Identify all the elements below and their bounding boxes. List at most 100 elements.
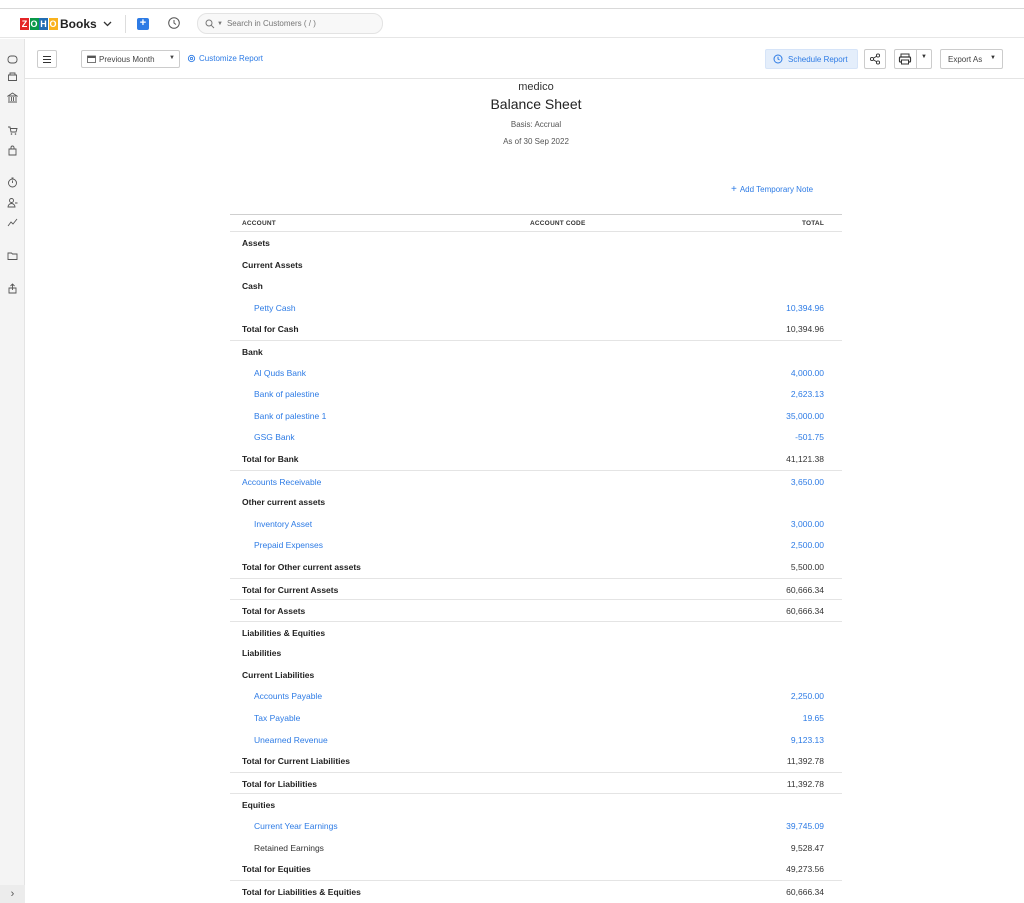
logo-letter: O bbox=[29, 18, 39, 30]
table-row[interactable]: Petty Cash 10,394.96 bbox=[230, 297, 842, 319]
table-row: Cash bbox=[230, 275, 842, 297]
dashboard-icon[interactable] bbox=[7, 54, 18, 65]
table-row: Total for Current Assets 60,666.34 bbox=[230, 577, 842, 600]
account-name[interactable]: Current Year Earnings bbox=[254, 821, 338, 831]
app-switcher[interactable]: ZOHO Books bbox=[20, 17, 112, 31]
export-as-button[interactable]: Export As ▼ bbox=[940, 49, 1003, 69]
table-row: Total for Liabilities 11,392.78 bbox=[230, 771, 842, 794]
banking-icon[interactable] bbox=[7, 92, 18, 103]
global-search[interactable]: ▼ bbox=[197, 13, 383, 34]
top-bar: ZOHO Books + ▼ bbox=[0, 8, 1024, 38]
date-range-select[interactable]: Previous Month ▼ bbox=[81, 50, 180, 68]
account-total: 10,394.96 bbox=[786, 324, 824, 335]
account-name[interactable]: Unearned Revenue bbox=[254, 735, 328, 745]
export-as-label: Export As bbox=[948, 54, 983, 64]
account-name[interactable]: Tax Payable bbox=[254, 713, 300, 723]
time-tracking-icon[interactable] bbox=[7, 177, 18, 188]
account-name: Cash bbox=[242, 281, 263, 292]
account-name[interactable]: Prepaid Expenses bbox=[254, 540, 323, 550]
table-header: ACCOUNT ACCOUNT CODE TOTAL bbox=[230, 214, 842, 232]
report-menu-button[interactable] bbox=[37, 50, 57, 68]
accountant-icon[interactable] bbox=[7, 197, 18, 208]
table-row: Total for Assets 60,666.34 bbox=[230, 599, 842, 621]
account-total[interactable]: 9,123.13 bbox=[791, 735, 824, 745]
table-row: Total for Liabilities & Equities 60,666.3… bbox=[230, 879, 842, 902]
balance-sheet-table: ACCOUNT ACCOUNT CODE TOTAL Assets Current… bbox=[230, 214, 842, 901]
table-row[interactable]: Inventory Asset 3,000.00 bbox=[230, 513, 842, 535]
account-name[interactable]: Petty Cash bbox=[254, 303, 296, 313]
account-name[interactable]: Bank of palestine bbox=[254, 389, 319, 399]
table-row[interactable]: Accounts Receivable 3,650.00 bbox=[230, 469, 842, 492]
printer-icon bbox=[898, 53, 912, 65]
account-total[interactable]: 19.65 bbox=[803, 713, 824, 723]
account-total[interactable]: 2,250.00 bbox=[791, 691, 824, 701]
chevron-down-icon: ▼ bbox=[169, 55, 175, 61]
table-row[interactable]: Bank of palestine 2,623.13 bbox=[230, 383, 842, 405]
account-name[interactable]: Accounts Receivable bbox=[242, 477, 321, 487]
history-icon[interactable] bbox=[167, 16, 181, 30]
documents-icon[interactable] bbox=[7, 250, 18, 261]
plus-icon: + bbox=[731, 184, 737, 195]
account-name[interactable]: Al Quds Bank bbox=[254, 368, 306, 378]
account-name: Retained Earnings bbox=[254, 842, 324, 853]
account-total[interactable]: 2,623.13 bbox=[791, 389, 824, 399]
quick-create-button[interactable]: + bbox=[137, 18, 149, 30]
reports-icon[interactable] bbox=[7, 217, 18, 228]
search-input[interactable] bbox=[226, 19, 377, 28]
apps-icon[interactable] bbox=[7, 283, 18, 294]
account-name: Total for Current Assets bbox=[242, 584, 339, 595]
table-row[interactable]: Prepaid Expenses 2,500.00 bbox=[230, 534, 842, 556]
logo-letter: Z bbox=[20, 18, 29, 30]
sales-icon[interactable] bbox=[7, 125, 18, 136]
account-total[interactable]: -501.75 bbox=[795, 432, 824, 442]
customize-report-link[interactable]: Customize Report bbox=[187, 54, 263, 63]
clock-icon bbox=[773, 54, 783, 64]
account-name: Equities bbox=[242, 800, 276, 811]
account-name[interactable]: Bank of palestine 1 bbox=[254, 411, 326, 421]
account-total[interactable]: 3,000.00 bbox=[791, 519, 824, 529]
column-header-account: ACCOUNT bbox=[242, 220, 276, 227]
account-total: 11,392.78 bbox=[786, 778, 824, 789]
account-name[interactable]: GSG Bank bbox=[254, 432, 295, 442]
report-date: As of 30 Sep 2022 bbox=[503, 137, 569, 146]
table-row[interactable]: Accounts Payable 2,250.00 bbox=[230, 685, 842, 707]
share-button[interactable] bbox=[864, 49, 886, 69]
table-row[interactable]: Unearned Revenue 9,123.13 bbox=[230, 729, 842, 751]
add-temporary-note-link[interactable]: + Add Temporary Note bbox=[731, 184, 813, 195]
account-name: Total for Equities bbox=[242, 864, 311, 875]
print-button[interactable]: ▼ bbox=[894, 49, 932, 69]
schedule-report-button[interactable]: Schedule Report bbox=[765, 49, 858, 69]
account-total[interactable]: 3,650.00 bbox=[791, 477, 824, 487]
account-total[interactable]: 10,394.96 bbox=[786, 303, 824, 313]
account-total[interactable]: 4,000.00 bbox=[791, 368, 824, 378]
schedule-report-label: Schedule Report bbox=[788, 54, 848, 64]
account-name: Bank bbox=[242, 346, 263, 357]
purchases-icon[interactable] bbox=[7, 145, 18, 156]
chevron-down-icon[interactable]: ▼ bbox=[921, 54, 927, 60]
table-row: Other current assets bbox=[230, 491, 842, 513]
table-row[interactable]: Current Year Earnings 39,745.09 bbox=[230, 815, 842, 837]
table-row: Total for Bank 41,121.38 bbox=[230, 448, 842, 470]
zoho-logo: ZOHO bbox=[20, 18, 58, 30]
search-scope-caret-icon[interactable]: ▼ bbox=[217, 21, 223, 27]
report-toolbar: Previous Month ▼ Customize Report Schedu… bbox=[25, 39, 1024, 79]
account-name[interactable]: Inventory Asset bbox=[254, 519, 312, 529]
account-total: 9,528.47 bbox=[790, 842, 824, 853]
account-total[interactable]: 39,745.09 bbox=[786, 821, 824, 831]
account-name[interactable]: Accounts Payable bbox=[254, 691, 322, 701]
table-row[interactable]: Tax Payable 19.65 bbox=[230, 707, 842, 729]
items-icon[interactable] bbox=[7, 71, 18, 82]
divider bbox=[125, 15, 126, 33]
table-row[interactable]: GSG Bank -501.75 bbox=[230, 426, 842, 448]
divider bbox=[916, 50, 917, 68]
table-row[interactable]: Al Quds Bank 4,000.00 bbox=[230, 362, 842, 384]
expand-sidebar-icon[interactable]: › bbox=[0, 885, 25, 903]
calendar-icon bbox=[87, 55, 96, 63]
table-row: Equities bbox=[230, 793, 842, 815]
table-row: Liabilities bbox=[230, 642, 842, 664]
account-name: Total for Bank bbox=[242, 453, 299, 464]
table-row[interactable]: Bank of palestine 1 35,000.00 bbox=[230, 405, 842, 427]
account-total[interactable]: 2,500.00 bbox=[791, 540, 824, 550]
account-total[interactable]: 35,000.00 bbox=[786, 411, 824, 421]
account-name: Total for Other current assets bbox=[242, 561, 361, 572]
